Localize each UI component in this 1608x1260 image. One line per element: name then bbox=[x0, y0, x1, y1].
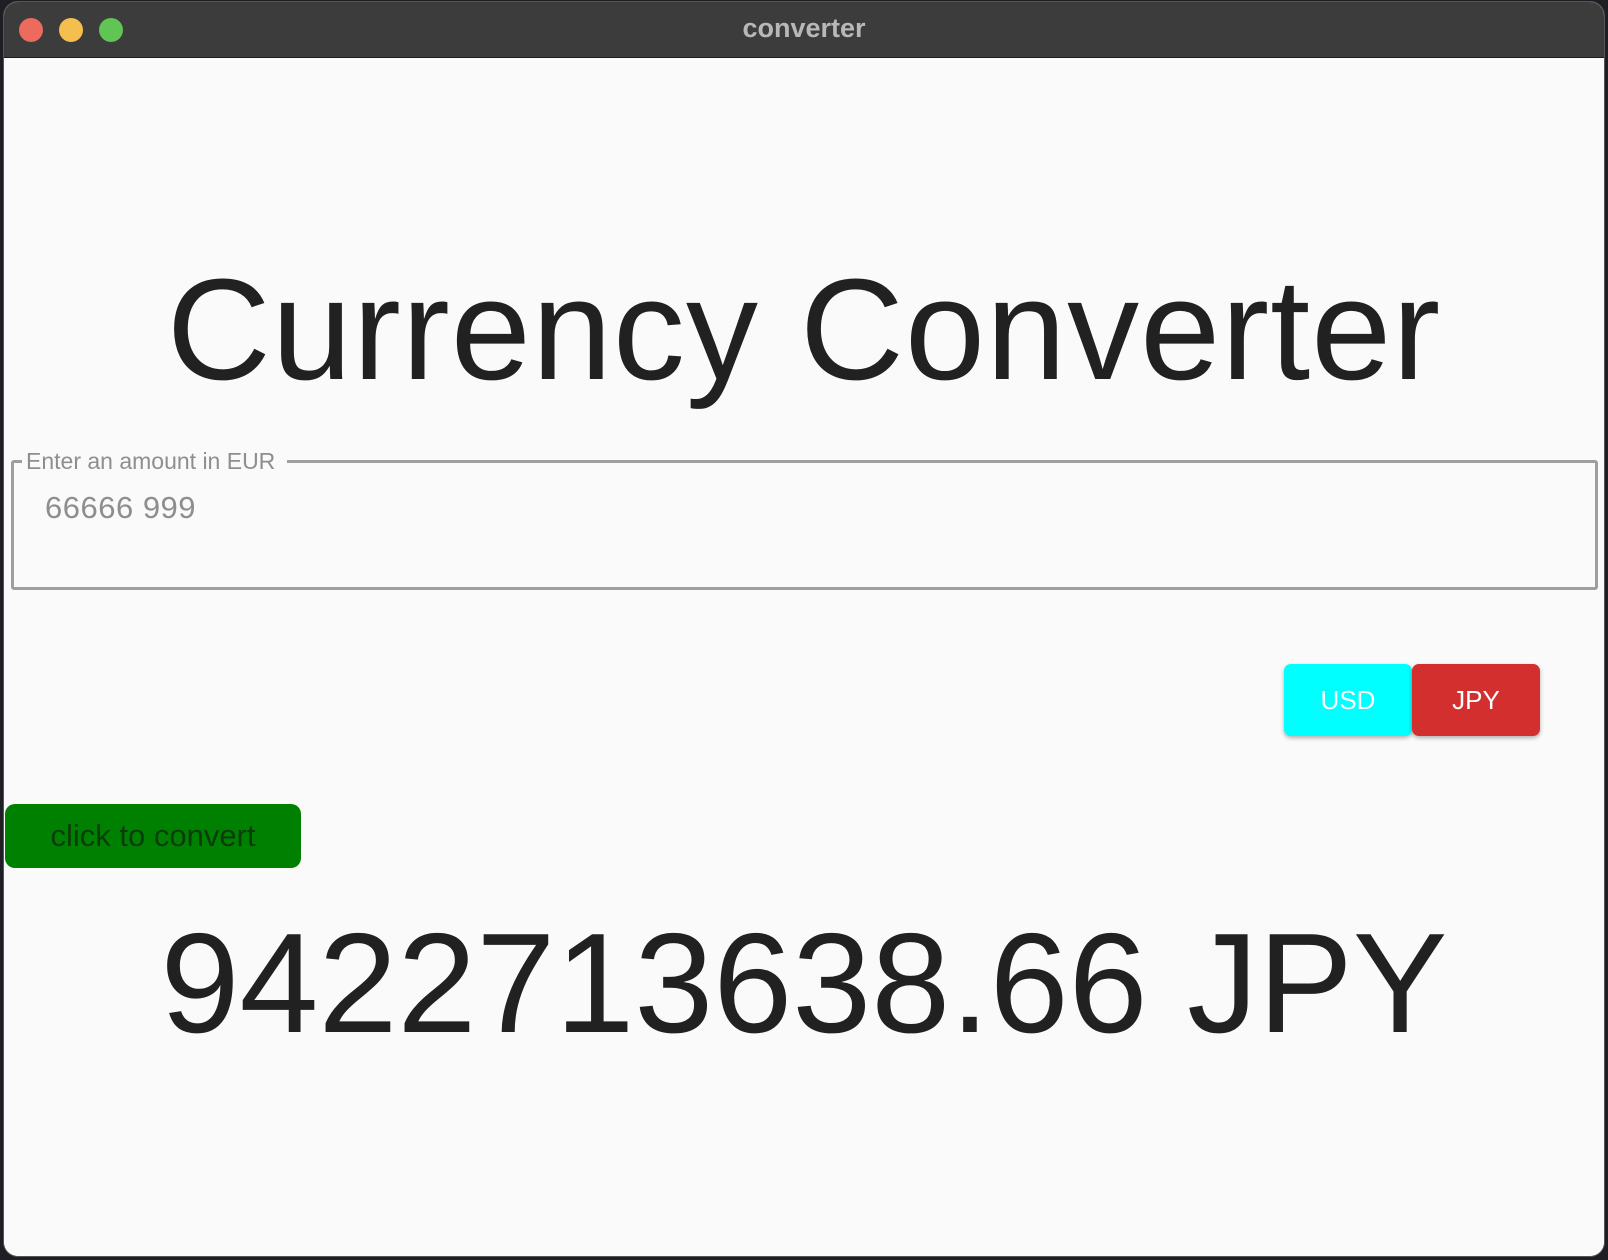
conversion-result: 9422713638.66 JPY bbox=[160, 904, 1448, 1063]
jpy-toggle-button[interactable]: JPY bbox=[1412, 664, 1540, 736]
convert-button[interactable]: click to convert bbox=[5, 804, 301, 868]
window-title: converter bbox=[742, 13, 866, 43]
main-content: Currency Converter Enter an amount in EU… bbox=[4, 58, 1604, 1256]
title-bar: converter bbox=[4, 2, 1604, 58]
app-window: converter Currency Converter Enter an am… bbox=[4, 2, 1604, 1256]
usd-toggle-button[interactable]: USD bbox=[1284, 664, 1412, 736]
currency-toggle-group: USD JPY bbox=[1284, 664, 1540, 736]
amount-input[interactable] bbox=[43, 489, 1447, 527]
amount-field-label: Enter an amount in EUR bbox=[22, 447, 288, 475]
page-title: Currency Converter bbox=[166, 249, 1442, 410]
amount-field[interactable]: Enter an amount in EUR bbox=[11, 447, 1598, 590]
